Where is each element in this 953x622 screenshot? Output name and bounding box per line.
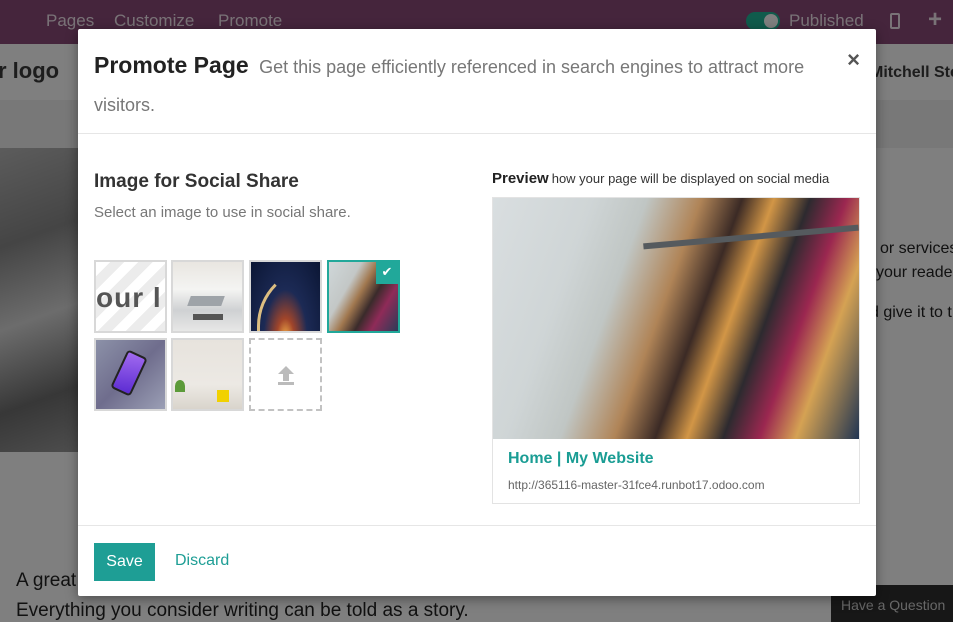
- phone-shape: [110, 349, 148, 397]
- thumbnail-rocket[interactable]: [249, 260, 322, 333]
- upload-icon-stem: [283, 374, 289, 381]
- modal-title-block: Promote Page Get this page efficiently r…: [94, 47, 814, 125]
- thumbnail-clothes[interactable]: ✔: [327, 260, 400, 333]
- check-icon: ✔: [376, 262, 398, 284]
- thumbnail-logo[interactable]: our l: [94, 260, 167, 333]
- thumbnail-plant[interactable]: [171, 338, 244, 411]
- save-button[interactable]: Save: [94, 543, 155, 581]
- social-share-description: Select an image to use in social share.: [94, 204, 351, 221]
- plant-shape: [175, 380, 185, 392]
- preview-heading: Preview how your page will be displayed o…: [492, 170, 829, 187]
- preview-label: Preview: [492, 170, 549, 187]
- social-share-title: Image for Social Share: [94, 171, 299, 192]
- thumbnail-desk[interactable]: [171, 260, 244, 333]
- modal-header: Promote Page Get this page efficiently r…: [78, 29, 876, 134]
- thumbnail-logo-text: our l: [96, 282, 162, 313]
- clothes-rail-shape: [643, 224, 859, 250]
- preview-card-title: Home | My Website: [508, 450, 654, 467]
- preview-image: [493, 198, 859, 439]
- preview-card-url: http://365116-master-31fce4.runbot17.odo…: [508, 478, 765, 492]
- pot-shape: [217, 390, 229, 402]
- keyboard-shape: [193, 314, 223, 320]
- upload-image-button[interactable]: [249, 338, 322, 411]
- preview-hint: how your page will be displayed on socia…: [551, 171, 830, 186]
- promote-page-dialog: Promote Page Get this page efficiently r…: [78, 29, 876, 596]
- upload-icon-base: [278, 382, 294, 385]
- upload-icon: [278, 366, 294, 374]
- rocket-trail: [257, 266, 317, 331]
- modal-footer: Save Discard: [78, 525, 876, 596]
- modal-title: Promote Page: [94, 52, 249, 78]
- close-icon[interactable]: ×: [847, 47, 860, 73]
- discard-button[interactable]: Discard: [175, 552, 229, 570]
- laptop-shape: [187, 296, 225, 306]
- social-preview-card: Home | My Website http://365116-master-3…: [492, 197, 860, 504]
- thumbnail-phone[interactable]: [94, 338, 167, 411]
